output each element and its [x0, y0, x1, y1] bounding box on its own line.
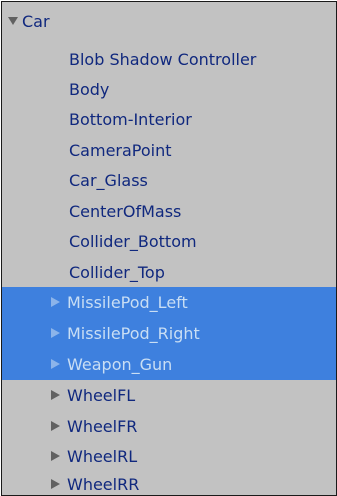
tree-item-label: CameraPoint [69, 141, 172, 160]
collapsed-triangle-icon[interactable] [48, 411, 62, 442]
tree-item-collider-top[interactable]: Collider_Top [2, 257, 336, 288]
tree-item-label: WheelFR [67, 417, 138, 436]
tree-item-weapon-gun[interactable]: Weapon_Gun [2, 349, 336, 380]
tree-item-label: Collider_Bottom [69, 232, 197, 251]
tree-item-body[interactable]: Body [2, 74, 336, 105]
collapsed-triangle-icon[interactable] [48, 469, 62, 495]
collapsed-triangle-icon[interactable] [48, 380, 62, 411]
tree-item-car[interactable]: Car [2, 6, 336, 37]
tree-item-wheelfl[interactable]: WheelFL [2, 380, 336, 411]
tree-item-label: Body [69, 80, 110, 99]
tree-item-missilepod-right[interactable]: MissilePod_Right [2, 318, 336, 349]
tree-item-bottom-interior[interactable]: Bottom-Interior [2, 104, 336, 135]
tree-item-label: Weapon_Gun [67, 355, 173, 374]
tree-item-label: WheelRR [67, 475, 140, 494]
tree-item-label: Bottom-Interior [69, 110, 192, 129]
tree-item-label: MissilePod_Left [67, 293, 188, 312]
tree-item-missilepod-left[interactable]: MissilePod_Left [2, 287, 336, 318]
tree-item-label: Blob Shadow Controller [69, 50, 257, 69]
tree-item-label: CenterOfMass [69, 202, 182, 221]
hierarchy-panel[interactable]: Car Blob Shadow Controller Body Bottom-I… [1, 1, 337, 496]
collapsed-triangle-icon[interactable] [48, 318, 62, 349]
tree-item-camerapoint[interactable]: CameraPoint [2, 135, 336, 166]
collapsed-triangle-icon[interactable] [48, 349, 62, 380]
collapsed-triangle-icon[interactable] [48, 441, 62, 472]
tree-item-label: Collider_Top [69, 263, 165, 282]
tree-item-wheelfr[interactable]: WheelFR [2, 411, 336, 442]
tree-item-label: Car_Glass [69, 171, 148, 190]
tree-item-centerofmass[interactable]: CenterOfMass [2, 196, 336, 227]
tree-item-car-glass[interactable]: Car_Glass [2, 165, 336, 196]
collapsed-triangle-icon[interactable] [48, 287, 62, 318]
tree-item-label: WheelFL [67, 386, 136, 405]
tree-item-blob-shadow-controller[interactable]: Blob Shadow Controller [2, 44, 336, 75]
expanded-triangle-icon[interactable] [6, 6, 20, 37]
tree-item-collider-bottom[interactable]: Collider_Bottom [2, 226, 336, 257]
tree-item-wheelrr[interactable]: WheelRR [2, 469, 336, 495]
tree-item-label: WheelRL [67, 447, 138, 466]
tree-item-label: Car [22, 12, 50, 31]
tree-item-label: MissilePod_Right [67, 324, 200, 343]
tree-item-wheelrl[interactable]: WheelRL [2, 441, 336, 472]
